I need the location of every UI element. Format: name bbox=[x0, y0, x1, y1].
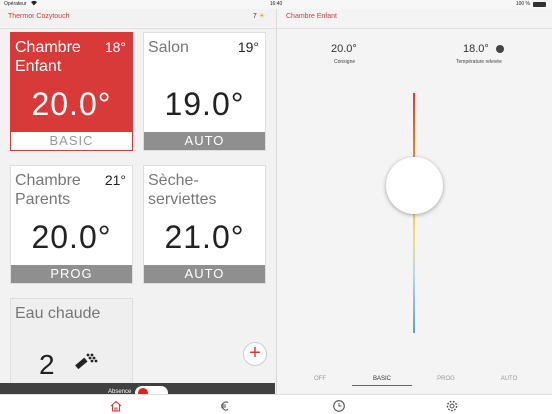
shower-icon bbox=[73, 349, 99, 373]
left-pane: Thermor Cozytouch 7 ☀ Chambre Enfant 18°… bbox=[0, 9, 275, 414]
tile-name: Eau chaude bbox=[15, 305, 101, 322]
tile-mode: AUTO bbox=[144, 265, 265, 283]
tile-salon[interactable]: Salon 19° 19.0° AUTO bbox=[143, 32, 266, 151]
battery-icon bbox=[533, 2, 546, 7]
euro-icon[interactable] bbox=[218, 399, 232, 413]
tile-eau-chaude[interactable]: Eau chaude 2 bbox=[10, 298, 133, 388]
tile-setpoint: 21.0° bbox=[164, 219, 245, 255]
tile-name: Chambre Parents bbox=[15, 172, 81, 208]
tab-bar bbox=[0, 394, 552, 414]
tile-room-temp: 21° bbox=[104, 172, 126, 188]
mode-prog[interactable]: PROG bbox=[416, 376, 476, 382]
detail-pane: Chambre Enfant 20.0° Consigne 18.0° Temp… bbox=[276, 9, 552, 414]
gear-icon[interactable] bbox=[445, 399, 459, 413]
app-title: Thermor Cozytouch bbox=[8, 13, 70, 20]
clock-icon[interactable] bbox=[332, 399, 346, 413]
weather-indicator[interactable]: 7 ☀ bbox=[253, 12, 265, 20]
consigne-value: 20.0° bbox=[331, 43, 357, 55]
weather-count: 7 bbox=[252, 13, 257, 20]
tile-mode: PROG bbox=[11, 265, 132, 283]
tile-name: Salon bbox=[148, 39, 189, 56]
mode-selector: OFF BASIC PROG AUTO bbox=[277, 374, 552, 388]
tile-chambre-parents[interactable]: Chambre Parents 21° 20.0° PROG bbox=[10, 165, 133, 284]
home-icon[interactable] bbox=[109, 399, 123, 413]
measured-indicator-icon bbox=[496, 45, 504, 53]
add-device-button[interactable]: + bbox=[243, 342, 267, 366]
sun-icon: ☀ bbox=[258, 13, 265, 20]
clock-time: 16:40 bbox=[269, 1, 283, 7]
detail-title: Chambre Enfant bbox=[286, 13, 337, 20]
tile-name: Chambre Enfant bbox=[15, 39, 81, 75]
measured-temp-value: 18.0° bbox=[463, 43, 489, 55]
tile-setpoint: 19.0° bbox=[164, 86, 245, 122]
measured-temp-label: Température relevée bbox=[456, 59, 502, 65]
tile-name: Sèche-serviettes bbox=[148, 172, 217, 208]
tile-room-temp: 18° bbox=[104, 39, 126, 55]
mode-basic[interactable]: BASIC bbox=[352, 376, 412, 386]
temperature-slider-knob[interactable] bbox=[386, 157, 443, 214]
mode-off[interactable]: OFF bbox=[290, 376, 350, 382]
battery-level: 100 % bbox=[515, 1, 530, 7]
water-level-value: 2 bbox=[39, 349, 55, 380]
tile-mode: BASIC bbox=[11, 132, 132, 150]
tile-mode: AUTO bbox=[144, 132, 265, 150]
mode-auto[interactable]: AUTO bbox=[479, 376, 539, 382]
tile-setpoint: 20.0° bbox=[31, 86, 112, 122]
consigne-label: Consigne bbox=[334, 59, 356, 65]
tile-chambre-enfant[interactable]: Chambre Enfant 18° 20.0° BASIC bbox=[10, 32, 133, 151]
tile-setpoint: 20.0° bbox=[31, 219, 112, 255]
nav-divider bbox=[0, 28, 275, 29]
tile-seche-serviettes[interactable]: Sèche-serviettes 21.0° AUTO bbox=[143, 165, 266, 284]
status-bar: Opérateur 16:40 100 % bbox=[0, 0, 552, 9]
tile-room-temp: 19° bbox=[237, 39, 259, 55]
nav-divider bbox=[277, 28, 552, 29]
